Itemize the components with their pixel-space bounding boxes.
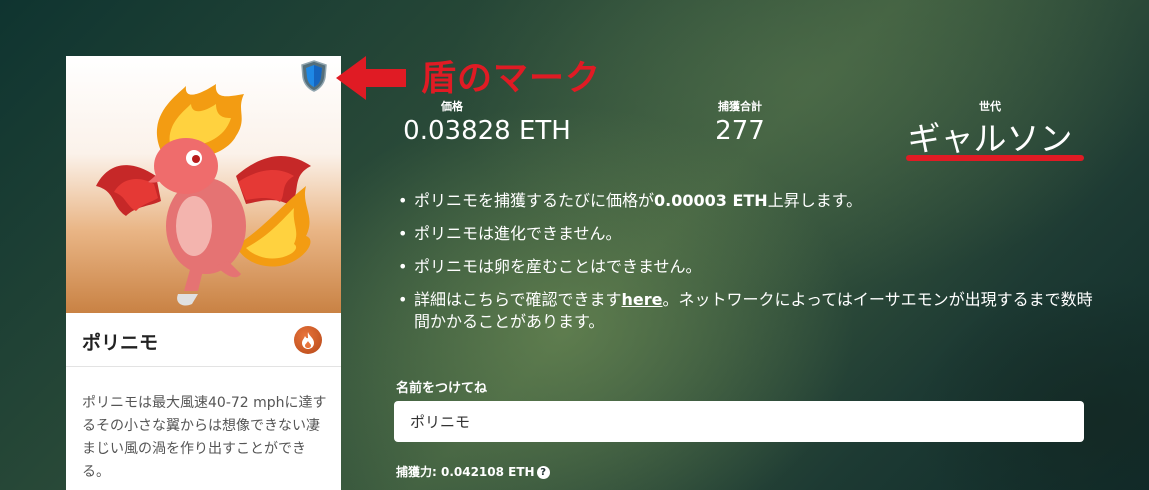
generation-underline — [906, 155, 1084, 161]
monster-name: ポリニモ — [82, 332, 159, 354]
price-label: 価格 — [441, 100, 463, 113]
generation-value: ギャルソン — [907, 119, 1073, 158]
list-item: ポリニモは進化できません。 — [396, 223, 1106, 245]
catch-power-text: 捕獲力: 0.042108 ETH — [396, 465, 535, 479]
bullet-1-suffix: 上昇します。 — [767, 191, 863, 210]
catch-power: 捕獲力: 0.042108 ETH? — [396, 463, 550, 480]
here-link[interactable]: here — [622, 290, 663, 309]
bullet-1-text: ポリニモを捕獲するたびに価格が — [414, 191, 655, 210]
red-arrow-icon — [336, 56, 406, 100]
catch-total-stat: 捕獲合計 277 — [690, 98, 790, 146]
generation-stat: 世代 ギャルソン — [900, 98, 1080, 160]
card-divider — [66, 366, 341, 367]
monster-description: ポリニモは最大風速40-72 mphに達するその小さな翼からは想像できない凄まじ… — [82, 395, 327, 480]
info-list: ポリニモを捕獲するたびに価格が0.00003 ETH上昇します。 ポリニモは進化… — [396, 190, 1106, 333]
shield-icon — [300, 60, 328, 92]
bullet-4-text: 詳細はこちらで確認できます — [414, 290, 622, 309]
price-value: 0.03828 ETH — [403, 116, 571, 146]
catch-total-label: 捕獲合計 — [718, 100, 762, 113]
list-item: 詳細はこちらで確認できますhere。ネットワークによってはイーサエモンが出現する… — [396, 289, 1106, 333]
shield-annotation-label: 盾のマーク — [421, 59, 602, 99]
bullet-2-text: ポリニモは進化できません。 — [414, 224, 622, 243]
catch-total-value: 277 — [715, 116, 765, 146]
list-item: ポリニモを捕獲するたびに価格が0.00003 ETH上昇します。 — [396, 190, 1106, 212]
monster-card: ポリニモ ポリニモは最大風速40-72 mphに達するその小さな翼からは想像でき… — [66, 56, 341, 490]
monster-image — [66, 56, 341, 313]
help-icon[interactable]: ? — [536, 466, 550, 479]
bullet-3-text: ポリニモは卵を産むことはできません。 — [414, 257, 702, 276]
list-item: ポリニモは卵を産むことはできません。 — [396, 256, 1106, 278]
name-input[interactable] — [394, 401, 1084, 442]
price-increase-value: 0.00003 ETH — [654, 191, 768, 210]
name-field-label: 名前をつけてね — [396, 381, 488, 396]
price-stat: 価格 0.03828 ETH — [392, 98, 582, 146]
fire-icon — [294, 326, 322, 354]
